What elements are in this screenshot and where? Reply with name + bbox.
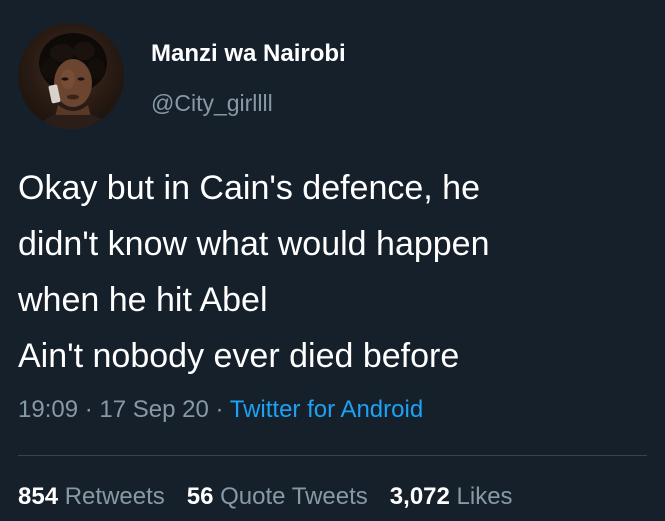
meta-separator: · — [215, 396, 224, 423]
retweets-stat[interactable]: 854 Retweets — [18, 483, 165, 510]
tweet-source-link[interactable]: Twitter for Android — [230, 396, 423, 423]
avatar[interactable] — [18, 23, 124, 129]
tweet-date[interactable]: 17 Sep 20 — [99, 396, 208, 423]
meta-separator: · — [84, 396, 93, 423]
display-name[interactable]: Manzi wa Nairobi — [151, 39, 346, 69]
tweet-text-line: when he hit Abel — [18, 281, 268, 319]
retweets-label: Retweets — [64, 483, 165, 510]
tweet-text: Okay but in Cain's defence, he didn't kn… — [18, 160, 658, 384]
quote-tweets-stat[interactable]: 56 Quote Tweets — [187, 483, 368, 510]
tweet-metadata: 19:09 · 17 Sep 20 · Twitter for Android — [18, 395, 423, 425]
engagement-stats: 854 Retweets 56 Quote Tweets 3,072 Likes — [18, 482, 513, 512]
tweet-time[interactable]: 19:09 — [18, 396, 78, 423]
tweet-text-line: didn't know what would happen — [18, 225, 490, 263]
likes-label: Likes — [456, 483, 513, 510]
user-handle[interactable]: @City_girllll — [151, 89, 273, 117]
profile-photo-icon — [36, 33, 110, 129]
likes-stat[interactable]: 3,072 Likes — [390, 483, 513, 510]
tweet-text-line: Ain't nobody ever died before — [18, 337, 460, 375]
quote-tweets-label: Quote Tweets — [220, 483, 368, 510]
retweets-count: 854 — [18, 483, 59, 510]
likes-count: 3,072 — [389, 483, 450, 510]
divider — [18, 455, 647, 456]
tweet-card: Manzi wa Nairobi @City_girllll Okay but … — [0, 0, 665, 521]
quote-tweets-count: 56 — [186, 483, 214, 510]
tweet-text-line: Okay but in Cain's defence, he — [18, 169, 480, 207]
